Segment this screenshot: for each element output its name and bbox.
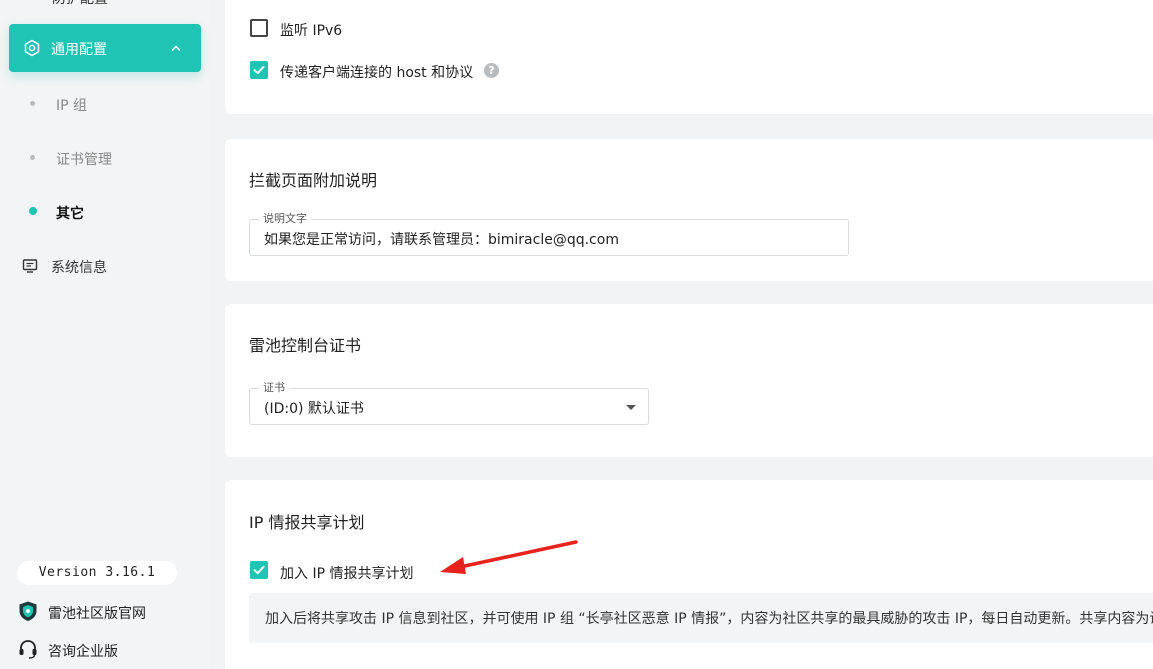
field-legend: 说明文字: [259, 213, 311, 225]
share-description-box: 加入后将共享攻击 IP 信息到社区，并可使用 IP 组 “长亭社区恶意 IP 情…: [249, 593, 1153, 643]
sidebar-subitem-ip-group[interactable]: IP 组: [0, 93, 210, 115]
cert-select[interactable]: 证书 (ID:0) 默认证书: [249, 382, 649, 425]
field-value: 如果您是正常访问，请联系管理员：bimiracle@qq.com: [264, 232, 619, 248]
dropdown-caret-icon[interactable]: [626, 405, 636, 410]
headset-icon: [17, 638, 39, 660]
card-title: 雷池控制台证书: [249, 336, 362, 355]
join-share-checkbox[interactable]: [250, 561, 268, 579]
join-share-label: 加入 IP 情报共享计划: [280, 566, 414, 582]
field-legend: 证书: [259, 382, 289, 394]
description-text-field[interactable]: 说明文字 如果您是正常访问，请联系管理员：bimiracle@qq.com: [249, 213, 849, 256]
pass-host-checkbox[interactable]: [250, 61, 268, 79]
bullet-dot: [29, 207, 37, 215]
card-title: 拦截页面附加说明: [249, 171, 378, 190]
sidebar-subitem-label: 其它: [56, 206, 84, 222]
sidebar-item-system-info[interactable]: 系统信息: [0, 255, 210, 277]
console-cert-card: 雷池控制台证书 证书 (ID:0) 默认证书: [225, 304, 1153, 457]
sidebar-item-label: 系统信息: [51, 260, 107, 276]
community-site-link[interactable]: 雷池社区版官网: [0, 600, 210, 624]
version-badge: Version 3.16.1: [17, 561, 177, 585]
sidebar-subitem-other[interactable]: 其它: [0, 201, 210, 223]
bullet-dot: [30, 155, 35, 160]
enterprise-consult-link[interactable]: 咨询企业版: [0, 638, 210, 662]
share-description: 加入后将共享攻击 IP 信息到社区，并可使用 IP 组 “长亭社区恶意 IP 情…: [265, 611, 1153, 627]
gear-icon: [23, 39, 41, 57]
monitor-icon: [22, 258, 38, 274]
pass-host-label: 传递客户端连接的 host 和协议: [280, 65, 474, 81]
sidebar-item-general-config[interactable]: 通用配置: [9, 24, 201, 72]
checkmark-icon: [253, 565, 265, 575]
selected-cert: (ID:0) 默认证书: [264, 401, 364, 417]
bullet-dot: [30, 101, 35, 106]
sidebar-subitem-label: IP 组: [56, 98, 88, 114]
sidebar-item-label: 通用配置: [51, 42, 107, 58]
card-title: IP 情报共享计划: [249, 513, 365, 532]
shield-logo-icon: [17, 600, 39, 622]
ipv6-label: 监听 IPv6: [280, 23, 343, 39]
sidebar-item-protection-config[interactable]: 防护配置: [52, 0, 108, 8]
checkmark-icon: [253, 65, 265, 75]
annotation-arrow-icon: [440, 540, 578, 574]
ipv6-checkbox[interactable]: [250, 19, 268, 37]
sidebar-subitem-cert-management[interactable]: 证书管理: [0, 147, 210, 169]
enterprise-consult-label: 咨询企业版: [48, 644, 118, 660]
ip-share-card: IP 情报共享计划 加入 IP 情报共享计划 加入后将共享攻击 IP 信息到社区…: [225, 480, 1153, 669]
sidebar-subitem-label: 证书管理: [56, 152, 112, 168]
help-icon[interactable]: ?: [484, 63, 499, 78]
sidebar: 防护配置 通用配置 IP 组 证书管理 其它: [0, 0, 210, 669]
chevron-up-icon[interactable]: [169, 40, 183, 54]
community-site-label: 雷池社区版官网: [48, 606, 146, 622]
listen-settings-card: 监听 IPv6 传递客户端连接的 host 和协议 ?: [225, 0, 1153, 114]
intercept-note-card: 拦截页面附加说明 说明文字 如果您是正常访问，请联系管理员：bimiracle@…: [225, 139, 1153, 281]
